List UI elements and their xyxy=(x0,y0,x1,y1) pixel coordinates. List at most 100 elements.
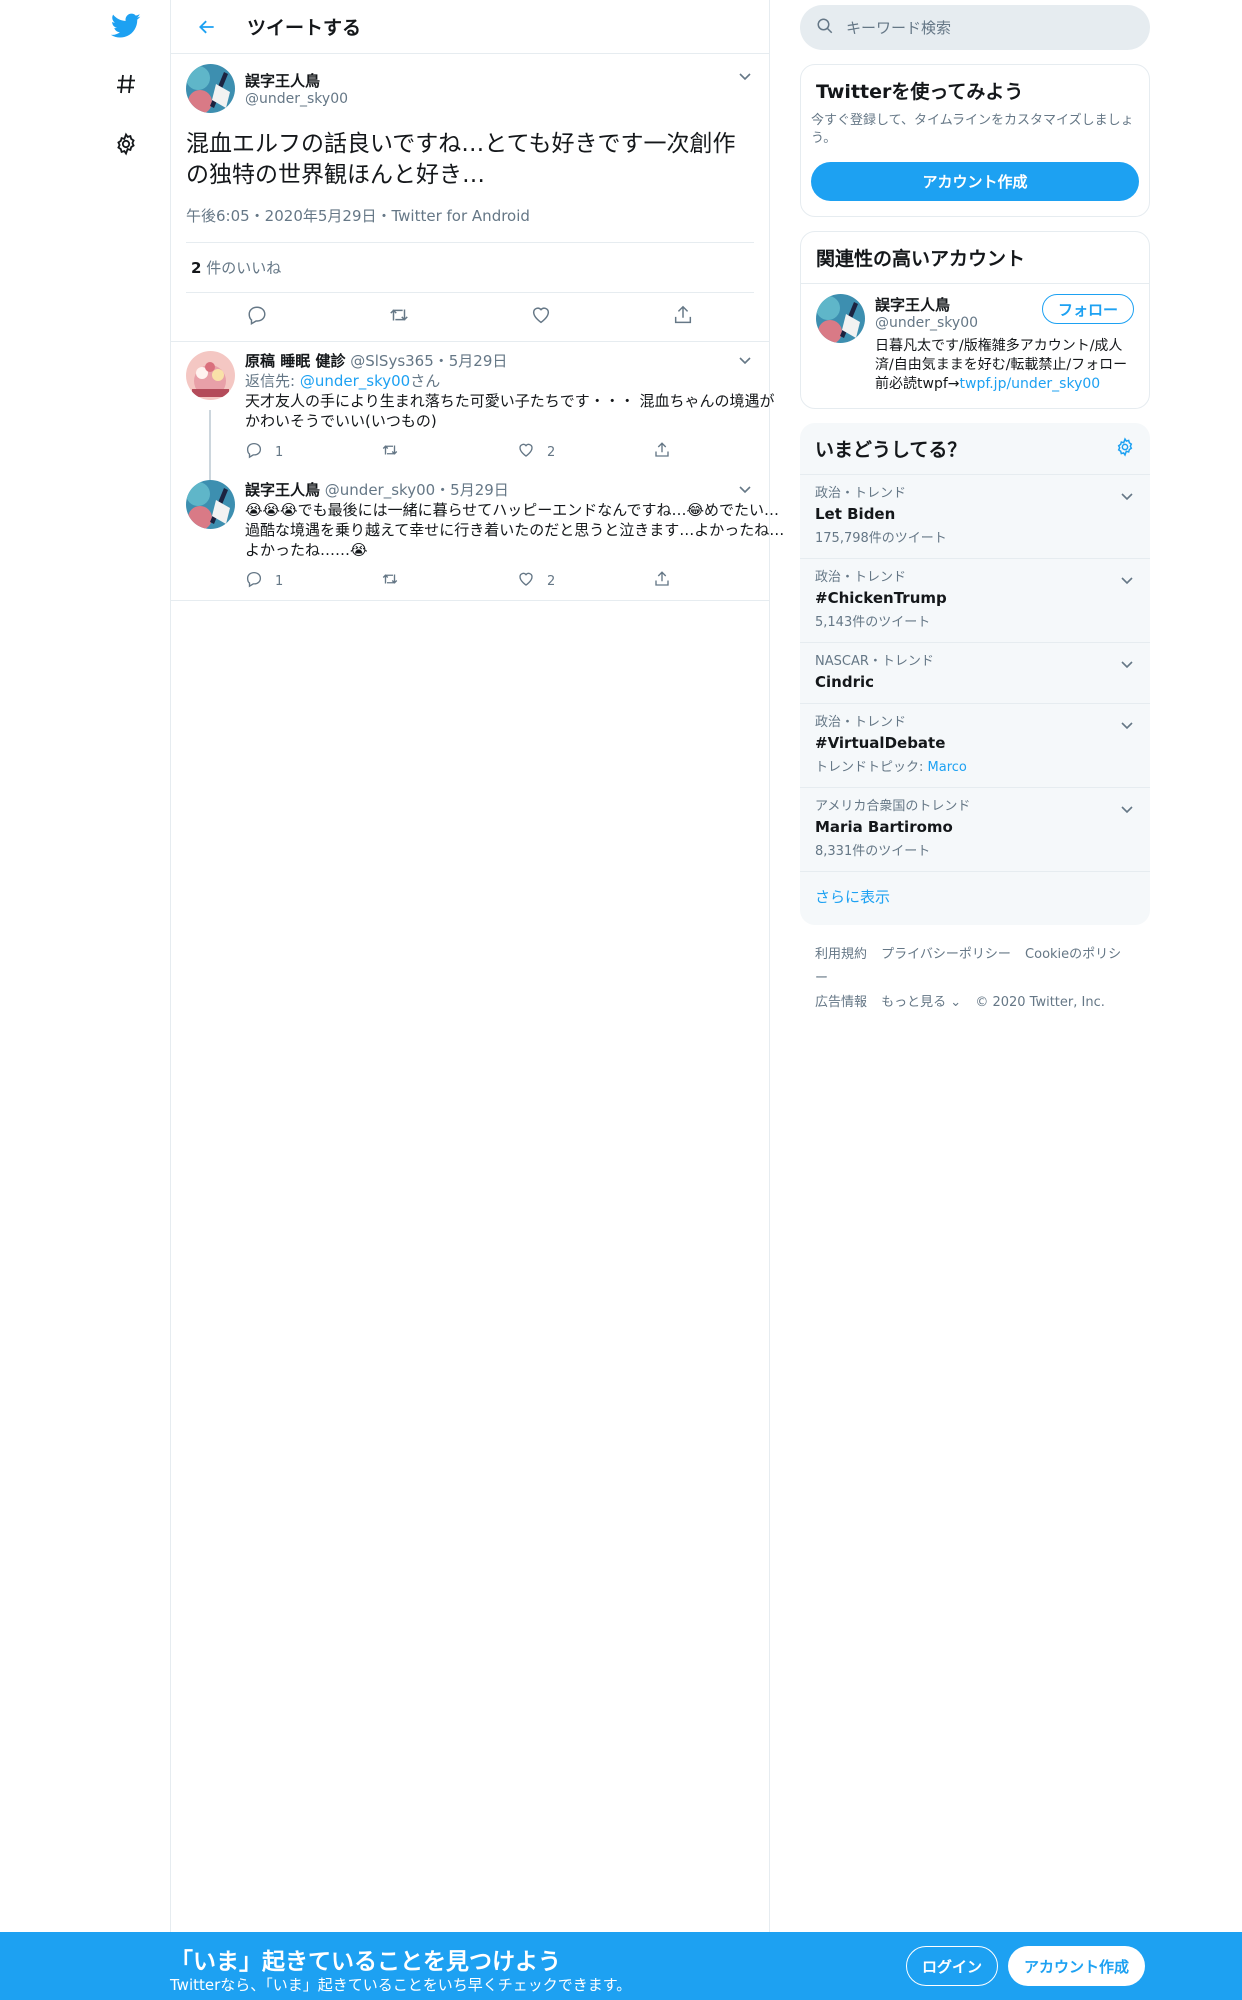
follow-button[interactable]: フォロー xyxy=(1042,294,1134,324)
trend-topic: トレンドトピック: Marco xyxy=(815,759,1135,777)
likes-count[interactable]: 2 件のいいね xyxy=(186,243,754,293)
trend-count: 5,143件のツイート xyxy=(815,615,931,630)
related-account[interactable]: 誤字王人鳥 @under_sky00 フォロー 日暮凡太です/版権雑多アカウント… xyxy=(801,283,1149,408)
signup-banner: 「いま」起きていることを見つけよう Twitterなら、「いま」起きていることを… xyxy=(0,1932,1242,2000)
reply-to-suffix: さん xyxy=(410,372,441,390)
settings-gear-icon[interactable] xyxy=(110,128,142,160)
trend-name: #ChickenTrump xyxy=(815,589,947,607)
tweet-timestamp[interactable]: 午後6:05・2020年5月29日・Twitter for Android xyxy=(186,205,754,243)
reply-count: 1 xyxy=(275,444,284,460)
footer-link[interactable]: もっと見る ⌄ xyxy=(881,995,961,1010)
like-heart-icon[interactable] xyxy=(517,441,535,463)
author-name[interactable]: 誤字王人鳥 xyxy=(245,70,348,91)
search-input[interactable]: キーワード検索 xyxy=(846,17,951,38)
related-handle[interactable]: @under_sky00 xyxy=(875,315,978,331)
related-bio: 日暮凡太です/版権雑多アカウント/成人済/自由気ままを好む/転載禁止/フォロー前… xyxy=(875,337,1134,394)
chevron-down-icon[interactable] xyxy=(1120,571,1134,590)
banner-subtitle: Twitterなら、「いま」起きていることをいち早くチェックできます。 xyxy=(170,1976,632,1994)
twitter-logo-icon[interactable] xyxy=(110,10,142,42)
reply-icon[interactable] xyxy=(245,570,263,592)
avatar[interactable] xyxy=(186,351,235,400)
chevron-down-icon[interactable] xyxy=(1120,716,1134,735)
trend-count: 8,331件のツイート xyxy=(815,844,931,859)
likes-label: 件のいいね xyxy=(201,259,282,277)
share-icon[interactable] xyxy=(653,570,671,592)
reply-actions: 1 2 xyxy=(245,441,789,463)
trend-item[interactable]: 政治・トレンド Let Biden 175,798件のツイート xyxy=(800,474,1150,558)
signup-subtitle: 今すぐ登録して、タイムラインをカスタマイズしましょう。 xyxy=(811,113,1134,146)
avatar[interactable] xyxy=(186,480,235,529)
reply-icon[interactable] xyxy=(245,441,263,463)
reply-tweet[interactable]: 原稿 睡眠 健診 @SlSys365・5月29日 返信先: @under_sky… xyxy=(171,341,774,510)
right-sidebar: キーワード検索 Twitterを使ってみよう 今すぐ登録して、タイムラインをカス… xyxy=(800,0,1150,1033)
gear-icon[interactable] xyxy=(1115,436,1135,461)
avatar[interactable] xyxy=(816,294,865,343)
retweet-icon[interactable] xyxy=(388,304,410,330)
retweet-icon[interactable] xyxy=(381,570,399,592)
chevron-down-icon[interactable] xyxy=(736,68,754,86)
explore-hashtag-icon[interactable] xyxy=(110,68,142,100)
related-title: 関連性の高いアカウント xyxy=(816,248,1026,270)
reply-actions: 1 2 xyxy=(245,570,789,592)
footer-link[interactable]: 広告情報 xyxy=(815,995,867,1010)
chevron-down-icon[interactable] xyxy=(736,481,754,499)
main-column: ツイートする 誤字王人鳥 @under_sky00 混血エルフの話良いですね…と… xyxy=(170,0,784,1932)
reply-text: 😭😭😭でも最後には一緒に暮らせてハッピーエンドなんですね…😂めでたい…過酷な境遇… xyxy=(245,501,785,559)
trend-item[interactable]: NASCAR・トレンド Cindric xyxy=(800,642,1150,703)
reply-to-line: 返信先: @under_sky00さん xyxy=(245,371,789,391)
trend-name: Let Biden xyxy=(815,505,896,523)
create-account-button[interactable]: アカウント作成 xyxy=(811,162,1139,201)
reply-author-name[interactable]: 誤字王人鳥 xyxy=(245,481,320,499)
reply-author-handle[interactable]: @under_sky00・5月29日 xyxy=(325,481,509,499)
like-heart-icon[interactable] xyxy=(517,570,535,592)
footer-link[interactable]: 利用規約 xyxy=(815,947,867,962)
related-accounts-card: 関連性の高いアカウント 誤字王人鳥 @under_sky00 フォロー 日暮凡太… xyxy=(800,231,1150,409)
banner-title: 「いま」起きていることを見つけよう xyxy=(170,1949,561,1975)
author-handle[interactable]: @under_sky00 xyxy=(245,91,348,107)
trend-topic-label: トレンドトピック: xyxy=(815,760,928,775)
tweet-actions xyxy=(186,293,754,341)
share-icon[interactable] xyxy=(672,304,694,330)
like-heart-icon[interactable] xyxy=(530,304,552,330)
trend-name: Maria Bartiromo xyxy=(815,818,953,836)
reply-to-prefix: 返信先: xyxy=(245,372,300,390)
like-count: 2 xyxy=(547,444,556,460)
search-box[interactable]: キーワード検索 xyxy=(800,5,1150,50)
trend-meta: アメリカ合衆国のトレンド xyxy=(815,799,971,814)
login-button[interactable]: ログイン xyxy=(906,1946,998,1986)
chevron-down-icon[interactable] xyxy=(1120,800,1134,819)
avatar[interactable] xyxy=(186,64,235,113)
page-title: ツイートする xyxy=(247,17,362,39)
trend-item[interactable]: 政治・トレンド #VirtualDebate トレンドトピック: Marco xyxy=(800,703,1150,787)
footer-link[interactable]: プライバシーポリシー xyxy=(881,947,1011,962)
reply-author-handle[interactable]: @SlSys365・5月29日 xyxy=(350,352,507,370)
chevron-down-icon[interactable] xyxy=(736,352,754,370)
main-tweet: 誤字王人鳥 @under_sky00 混血エルフの話良いですね…とても好きです一… xyxy=(171,54,769,341)
likes-number: 2 xyxy=(191,259,202,277)
chevron-down-icon[interactable] xyxy=(1120,487,1134,506)
footer-links: 利用規約 プライバシーポリシー Cookieのポリシー 広告情報 もっと見る ⌄… xyxy=(800,925,1150,1033)
trend-count: 175,798件のツイート xyxy=(815,531,947,546)
signup-title: Twitterを使ってみよう xyxy=(816,81,1024,103)
trend-item[interactable]: 政治・トレンド #ChickenTrump 5,143件のツイート xyxy=(800,558,1150,642)
search-icon xyxy=(816,17,834,39)
trend-topic-link[interactable]: Marco xyxy=(928,760,967,775)
related-name[interactable]: 誤字王人鳥 xyxy=(875,294,978,315)
reply-icon[interactable] xyxy=(246,304,268,330)
trend-meta: NASCAR・トレンド xyxy=(815,654,934,669)
show-more-link[interactable]: さらに表示 xyxy=(800,871,1150,925)
related-bio-link[interactable]: twpf.jp/under_sky00 xyxy=(960,376,1101,392)
retweet-icon[interactable] xyxy=(381,441,399,463)
show-more-label: さらに表示 xyxy=(815,888,891,906)
trend-meta: 政治・トレンド xyxy=(815,715,907,730)
signup-button[interactable]: アカウント作成 xyxy=(1008,1946,1145,1986)
trend-name: #VirtualDebate xyxy=(815,734,946,752)
trend-item[interactable]: アメリカ合衆国のトレンド Maria Bartiromo 8,331件のツイート xyxy=(800,787,1150,871)
trends-card: いまどうしてる？ 政治・トレンド Let Biden 175,798件のツイート… xyxy=(800,423,1150,925)
reply-to-link[interactable]: @under_sky00 xyxy=(300,372,410,390)
share-icon[interactable] xyxy=(653,441,671,463)
back-arrow-icon[interactable] xyxy=(191,11,223,43)
chevron-down-icon[interactable] xyxy=(1120,655,1134,674)
reply-author-name[interactable]: 原稿 睡眠 健診 xyxy=(245,352,345,370)
reply-tweet[interactable]: 誤字王人鳥 @under_sky00・5月29日 😭😭😭でも最後には一緒に暮らせ… xyxy=(171,471,784,601)
